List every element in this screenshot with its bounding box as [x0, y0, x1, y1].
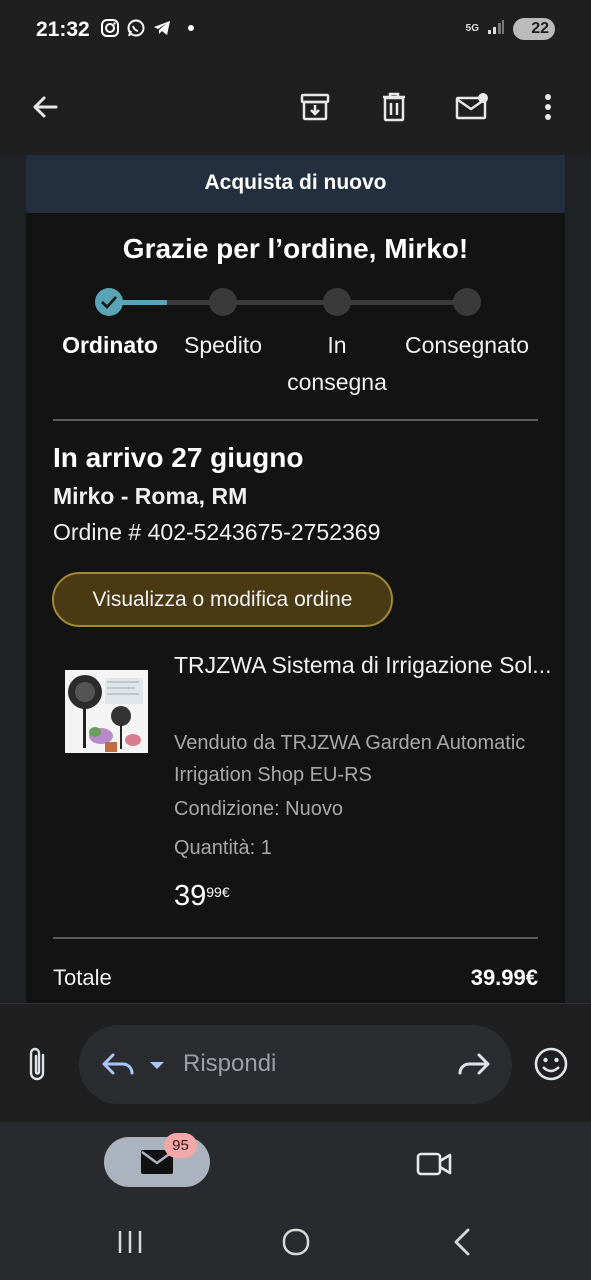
system-navigation-bar	[0, 1206, 591, 1280]
product-condition: Condizione: Nuovo	[174, 798, 343, 820]
reply-bar	[0, 1003, 591, 1122]
reply-icon	[102, 1053, 134, 1075]
signal-icon	[487, 19, 505, 40]
forward-button[interactable]	[456, 1047, 492, 1081]
product-price: 39 99€	[174, 880, 230, 913]
network-type: 5G	[465, 23, 479, 34]
product-seller: Venduto da TRJZWA Garden Automatic Irrig…	[174, 732, 526, 786]
system-back-button[interactable]	[442, 1222, 482, 1262]
archive-button[interactable]	[290, 82, 340, 132]
status-bar: 21:32 5G 22	[0, 0, 591, 60]
home-icon	[282, 1228, 310, 1256]
step-node-shipped	[209, 288, 237, 316]
status-system-icons: 5G 22	[466, 18, 555, 40]
reply-compose-pill	[79, 1025, 512, 1104]
order-number: Ordine # 402-5243675-2752369	[53, 519, 381, 545]
forward-icon	[458, 1053, 490, 1075]
arrival-date: In arrivo 27 giugno	[53, 442, 304, 473]
recent-apps-icon	[118, 1231, 142, 1253]
reply-button[interactable]	[101, 1049, 137, 1079]
divider	[53, 937, 538, 939]
email-toolbar	[0, 60, 591, 155]
chevron-down-icon	[150, 1062, 164, 1069]
back-arrow-icon	[33, 96, 58, 118]
step-node-delivered	[453, 288, 481, 316]
more-vert-icon	[545, 94, 551, 120]
product-quantity: Quantità: 1	[174, 837, 272, 859]
home-button[interactable]	[276, 1222, 316, 1262]
step-node-ordered	[95, 288, 123, 316]
reply-input[interactable]	[183, 1047, 433, 1081]
delete-icon	[383, 92, 405, 122]
mark-unread-button[interactable]	[447, 82, 497, 132]
shipping-address: Mirko - Roma, RM	[53, 483, 248, 509]
emoji-button[interactable]	[531, 1044, 571, 1084]
shipping-progress-tracker	[26, 287, 565, 317]
more-options-button[interactable]	[523, 82, 573, 132]
step-label-ordered: Ordinato	[62, 332, 158, 358]
total-value: 39.99€	[470, 965, 538, 990]
thanks-heading: Grazie per l’ordine, Mirko!	[122, 233, 469, 264]
cut-off-text	[166, 155, 456, 159]
instagram-icon	[100, 18, 120, 38]
chevron-left-icon	[454, 1228, 470, 1256]
step-label-in-delivery: In consegna	[287, 332, 387, 395]
bottom-app-tabs: 95	[0, 1122, 591, 1206]
paperclip-icon	[29, 1047, 45, 1081]
unread-count-badge: 95	[164, 1133, 197, 1158]
attach-button[interactable]	[20, 1044, 56, 1084]
status-time: 21:32	[36, 18, 90, 41]
whatsapp-icon	[126, 18, 146, 38]
delete-button[interactable]	[369, 82, 419, 132]
reply-options-dropdown[interactable]	[147, 1055, 167, 1075]
back-button[interactable]	[20, 82, 70, 132]
buy-again-link[interactable]: Acquista di nuovo	[26, 155, 565, 213]
product-title[interactable]: TRJZWA Sistema di Irrigazione Sol...	[174, 647, 554, 684]
notification-dot	[188, 25, 194, 31]
price-integer: 39	[174, 880, 207, 912]
divider	[53, 419, 538, 421]
recent-apps-button[interactable]	[110, 1222, 150, 1262]
battery-indicator: 22	[513, 18, 555, 40]
status-notification-icons	[100, 18, 194, 38]
buy-again-label: Acquista di nuovo	[204, 171, 387, 194]
view-edit-order-button[interactable]: Visualizza o modifica ordine	[52, 572, 393, 627]
archive-icon	[300, 93, 330, 121]
price-decimal: 99€	[206, 884, 230, 900]
check-icon	[101, 296, 118, 309]
step-label-delivered: Consegnato	[404, 332, 530, 358]
video-camera-icon	[416, 1152, 452, 1176]
step-node-in-delivery	[323, 288, 351, 316]
email-body[interactable]: Acquista di nuovo Grazie per l’ordine, M…	[0, 155, 591, 1003]
tab-meet[interactable]	[412, 1142, 456, 1186]
emoji-icon	[534, 1047, 568, 1081]
total-label: Totale	[53, 965, 112, 990]
product-image[interactable]	[65, 670, 148, 753]
irrigation-kit-image	[65, 670, 148, 753]
mark-unread-icon	[455, 93, 488, 120]
step-label-shipped: Spedito	[183, 332, 262, 358]
telegram-icon	[152, 18, 172, 38]
order-confirmation-card: Acquista di nuovo Grazie per l’ordine, M…	[26, 155, 565, 1003]
